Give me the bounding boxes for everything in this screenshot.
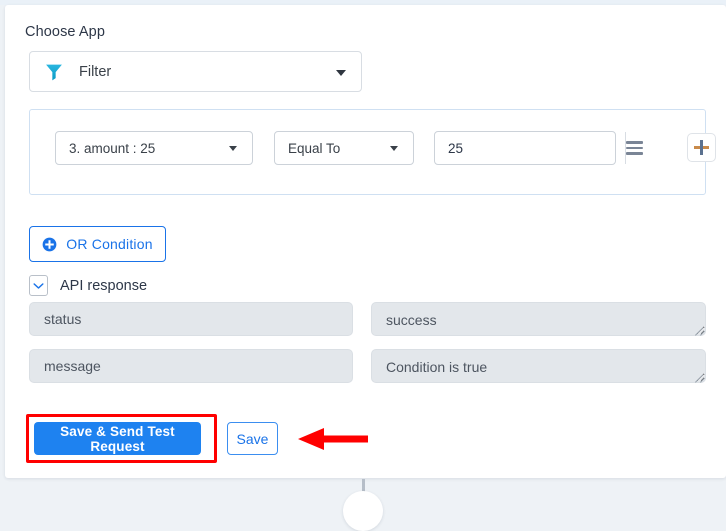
api-response-header: API response <box>29 275 147 296</box>
or-condition-label: OR Condition <box>66 236 153 252</box>
api-response-value-0[interactable] <box>371 302 706 336</box>
caret-down-icon <box>229 146 237 151</box>
flow-node-circle <box>343 491 383 531</box>
step-card: Choose App Filter 3. amount: 25 Equal T… <box>5 5 726 478</box>
condition-row: 3. amount : 25 Equal To <box>30 110 716 194</box>
hamburger-icon[interactable] <box>625 132 643 164</box>
condition-value-wrap <box>434 131 643 165</box>
condition-operator-value: Equal To <box>288 140 341 156</box>
funnel-icon <box>46 64 62 80</box>
api-response-key-0[interactable] <box>29 302 353 336</box>
condition-panel: 3. amount : 25 Equal To <box>29 109 716 195</box>
red-arrow-annotation <box>298 428 368 450</box>
api-response-title: API response <box>60 277 148 294</box>
condition-field-value: 3. amount : 25 <box>69 140 156 156</box>
plus-circle-icon <box>42 237 57 251</box>
save-and-send-test-request-button[interactable]: Save & Send Test Request <box>34 422 201 455</box>
caret-down-icon <box>390 146 398 151</box>
condition-operator-select[interactable]: Equal To <box>274 131 414 165</box>
save-button[interactable]: Save <box>227 422 278 455</box>
condition-field-select[interactable]: 3. amount : 25 <box>55 131 253 165</box>
chevron-down-icon[interactable] <box>29 275 48 296</box>
add-condition-button[interactable] <box>687 133 716 162</box>
filter-step-editor: Choose App Filter 3. amount: 25 Equal T… <box>0 0 726 531</box>
api-response-value-1[interactable] <box>371 349 706 383</box>
caret-down-icon <box>336 69 346 76</box>
or-condition-button[interactable]: OR Condition <box>29 226 166 262</box>
choose-app-label: Choose App <box>25 24 106 40</box>
api-response-key-1[interactable] <box>29 349 353 383</box>
choose-app-select[interactable]: Filter <box>29 51 362 92</box>
condition-value-input[interactable] <box>435 132 625 164</box>
choose-app-value: Filter <box>79 63 112 80</box>
